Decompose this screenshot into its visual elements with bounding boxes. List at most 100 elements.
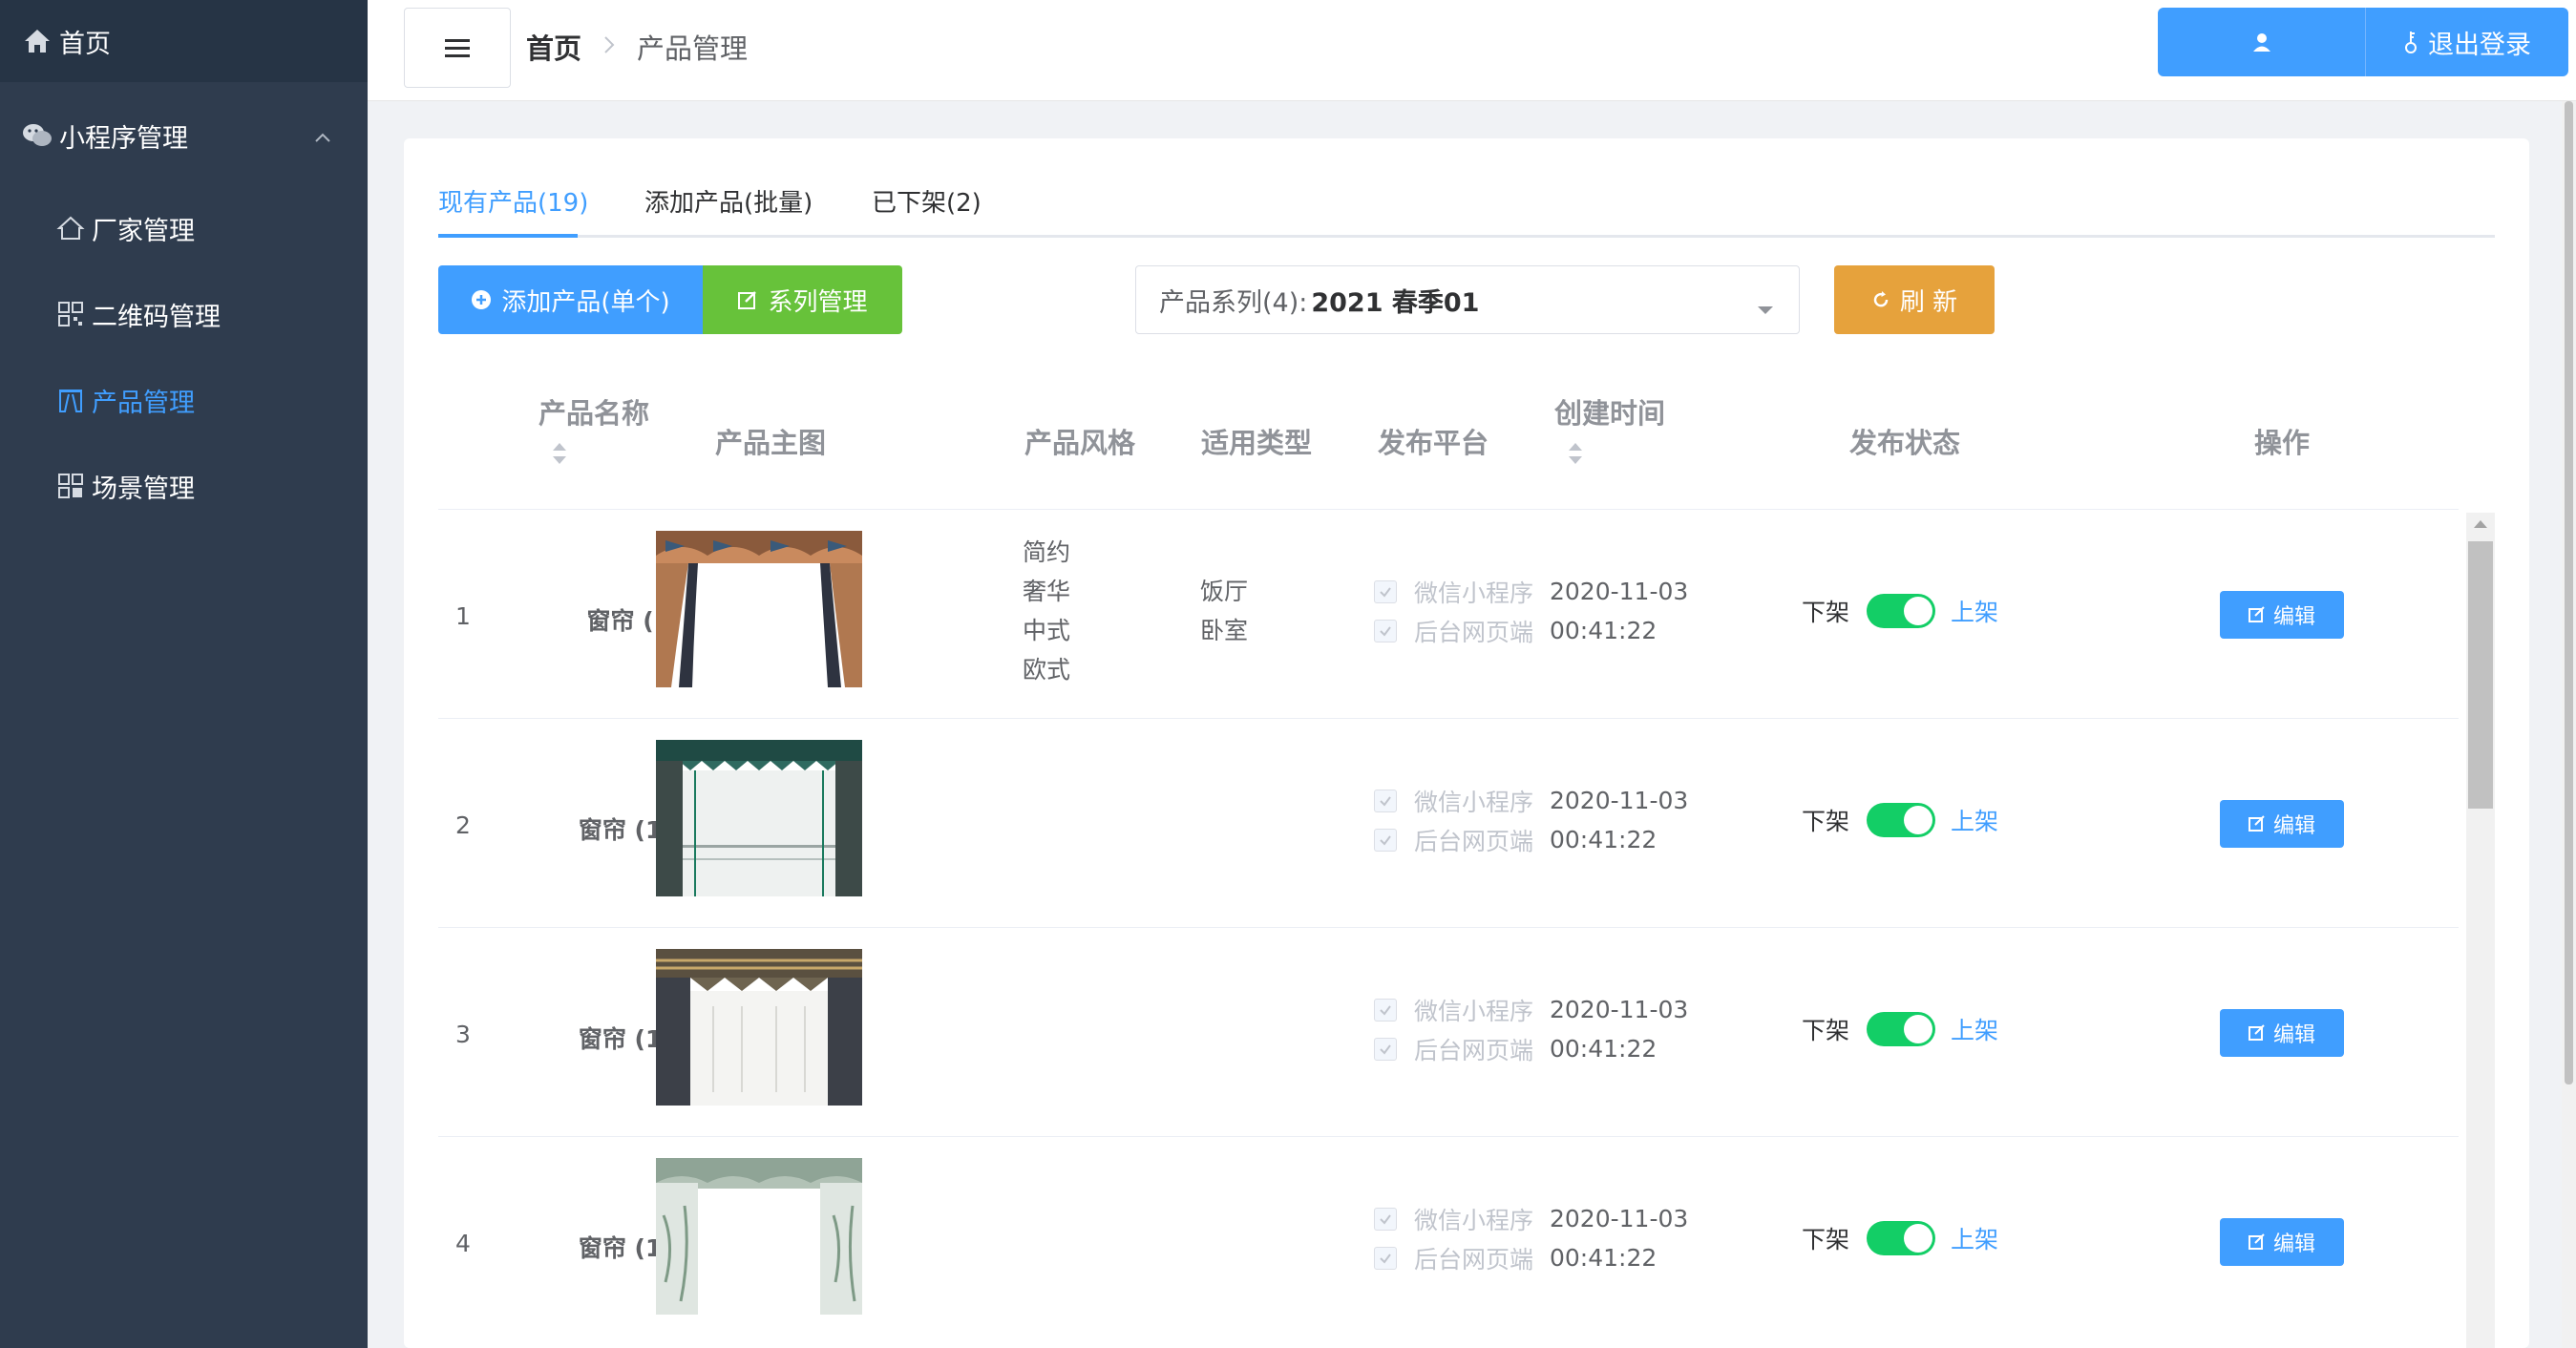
publish-status: 下架 上架 xyxy=(1802,1012,1998,1046)
tab-bar: 现有产品(19) 添加产品(批量) 已下架(2) xyxy=(438,184,2495,238)
page-scrollbar-thumb[interactable] xyxy=(2565,101,2573,1085)
platform-wechat: 微信小程序 xyxy=(1374,990,1533,1029)
refresh-button[interactable]: 刷 新 xyxy=(1834,265,1995,334)
product-types: 饭厅 卧室 xyxy=(1200,572,1248,650)
select-label: 产品系列(4): xyxy=(1159,287,1308,318)
edit-button[interactable]: 编辑 xyxy=(2220,591,2344,639)
publish-switch[interactable] xyxy=(1867,803,1936,837)
status-off-label: 下架 xyxy=(1802,808,1850,835)
page-scrollbar[interactable] xyxy=(2562,101,2576,1348)
edit-button[interactable]: 编辑 xyxy=(2220,800,2344,848)
platform-wechat: 微信小程序 xyxy=(1374,572,1533,611)
switch-knob xyxy=(1904,1224,1933,1253)
row-index: 2 xyxy=(455,811,471,839)
platform-web: 后台网页端 xyxy=(1374,1238,1533,1277)
product-image[interactable] xyxy=(656,949,862,1106)
tab-current-products[interactable]: 现有产品(19) xyxy=(438,184,588,238)
checkbox-disabled xyxy=(1374,998,1397,1022)
created-time: 2020-11-03 00:41:22 xyxy=(1550,781,1688,859)
breadcrumb-home[interactable]: 首页 xyxy=(526,27,581,67)
menu-mini-program-label: 小程序管理 xyxy=(59,123,188,154)
sidebar-item-product[interactable]: 产品管理 xyxy=(0,357,368,443)
sidebar-item-label: 场景管理 xyxy=(92,474,195,504)
created-clock: 00:41:22 xyxy=(1550,1244,1658,1272)
series-manage-button[interactable]: 系列管理 xyxy=(703,265,902,334)
table-scrollbar-thumb[interactable] xyxy=(2468,541,2493,809)
edit-button[interactable]: 编辑 xyxy=(2220,1009,2344,1057)
row-index: 4 xyxy=(455,1230,471,1257)
created-date: 2020-11-03 xyxy=(1550,996,1689,1023)
edit-icon xyxy=(2248,606,2265,622)
platform-label: 后台网页端 xyxy=(1414,1245,1534,1274)
created-time: 2020-11-03 00:41:22 xyxy=(1550,990,1688,1068)
sort-icon[interactable] xyxy=(1566,441,1585,466)
created-clock: 00:41:22 xyxy=(1550,826,1658,853)
home-icon xyxy=(21,25,53,57)
edit-icon xyxy=(2248,1233,2265,1250)
column-image: 产品主图 xyxy=(715,427,827,459)
column-style: 产品风格 xyxy=(1024,427,1136,459)
column-name-label: 产品名称 xyxy=(538,397,650,430)
column-status: 发布状态 xyxy=(1849,427,1961,459)
publish-switch[interactable] xyxy=(1867,594,1936,628)
menu-mini-program[interactable]: 小程序管理 xyxy=(0,82,368,189)
main-card: 现有产品(19) 添加产品(批量) 已下架(2) 添加产品(单个) 系列管理 产… xyxy=(404,138,2529,1348)
edit-button[interactable]: 编辑 xyxy=(2220,1218,2344,1266)
sort-icon[interactable] xyxy=(550,441,569,466)
table-scrollbar[interactable] xyxy=(2466,513,2495,1348)
style-tag: 奢华 xyxy=(1023,578,1071,605)
breadcrumb-current: 产品管理 xyxy=(637,32,749,65)
product-styles: 简约 奢华 中式 欧式 xyxy=(1023,533,1070,689)
column-type: 适用类型 xyxy=(1201,427,1313,459)
platform-label: 后台网页端 xyxy=(1414,618,1534,646)
sidebar-item-scene[interactable]: 场景管理 xyxy=(0,443,368,529)
grid-icon xyxy=(55,471,86,501)
publish-status: 下架 上架 xyxy=(1802,594,1998,628)
style-tag: 中式 xyxy=(1023,617,1071,644)
menu-home[interactable]: 首页 xyxy=(0,0,368,82)
sidebar-item-label: 产品管理 xyxy=(92,388,195,418)
product-series-select[interactable]: 产品系列(4): 2021 春季01 xyxy=(1135,265,1800,334)
sidebar-item-label: 厂家管理 xyxy=(92,216,195,246)
row-index: 1 xyxy=(455,602,471,630)
refresh-icon xyxy=(1873,291,1889,307)
key-icon xyxy=(2405,32,2417,53)
scroll-up-icon[interactable] xyxy=(2474,520,2487,528)
add-product-button[interactable]: 添加产品(单个) xyxy=(438,265,703,334)
sidebar: 首页 小程序管理 厂家管理 二维码管理 产品管理 场景管理 xyxy=(0,0,368,1348)
created-date: 2020-11-03 xyxy=(1550,787,1689,814)
platform-list: 微信小程序 后台网页端 xyxy=(1374,781,1533,859)
created-time: 2020-11-03 00:41:22 xyxy=(1550,1199,1688,1277)
edit-label: 编辑 xyxy=(2272,1232,2315,1256)
publish-switch[interactable] xyxy=(1867,1221,1936,1255)
logout-button[interactable]: 退出登录 xyxy=(2366,8,2568,76)
curtain-icon xyxy=(55,385,86,415)
tab-offline[interactable]: 已下架(2) xyxy=(872,184,982,238)
edit-icon xyxy=(2248,1024,2265,1041)
sidebar-item-factory[interactable]: 厂家管理 xyxy=(0,185,368,271)
table-row: 2 窗帘 (10); 微信小程序 后台网页端 2020-11-03 00:41:… xyxy=(438,718,2459,927)
menu-toggle-button[interactable] xyxy=(404,8,511,88)
status-on-label: 上架 xyxy=(1951,808,1999,835)
tab-add-batch[interactable]: 添加产品(批量) xyxy=(644,184,813,238)
product-image[interactable] xyxy=(656,1158,862,1315)
user-button[interactable] xyxy=(2158,8,2366,76)
sidebar-item-qrcode[interactable]: 二维码管理 xyxy=(0,271,368,357)
status-on-label: 上架 xyxy=(1951,599,1999,626)
column-name[interactable]: 产品名称 xyxy=(538,391,649,466)
status-off-label: 下架 xyxy=(1802,599,1850,626)
select-value: 2021 春季01 xyxy=(1311,287,1480,318)
platform-list: 微信小程序 后台网页端 xyxy=(1374,1199,1533,1277)
checkbox-disabled xyxy=(1374,828,1397,852)
platform-label: 后台网页端 xyxy=(1414,1036,1534,1064)
column-created[interactable]: 创建时间 xyxy=(1554,391,1665,466)
publish-status: 下架 上架 xyxy=(1802,1221,1998,1255)
switch-knob xyxy=(1904,806,1933,834)
product-image[interactable] xyxy=(656,531,862,687)
platform-web: 后台网页端 xyxy=(1374,611,1533,650)
publish-switch[interactable] xyxy=(1867,1012,1936,1046)
table-row: 1 窗帘 (1); 简约 奢华 中式 欧式 饭厅 卧室 微信小程序 后台网页端 … xyxy=(438,509,2459,718)
checkbox-disabled xyxy=(1374,789,1397,812)
created-time: 2020-11-03 00:41:22 xyxy=(1550,572,1688,650)
product-image[interactable] xyxy=(656,740,862,896)
